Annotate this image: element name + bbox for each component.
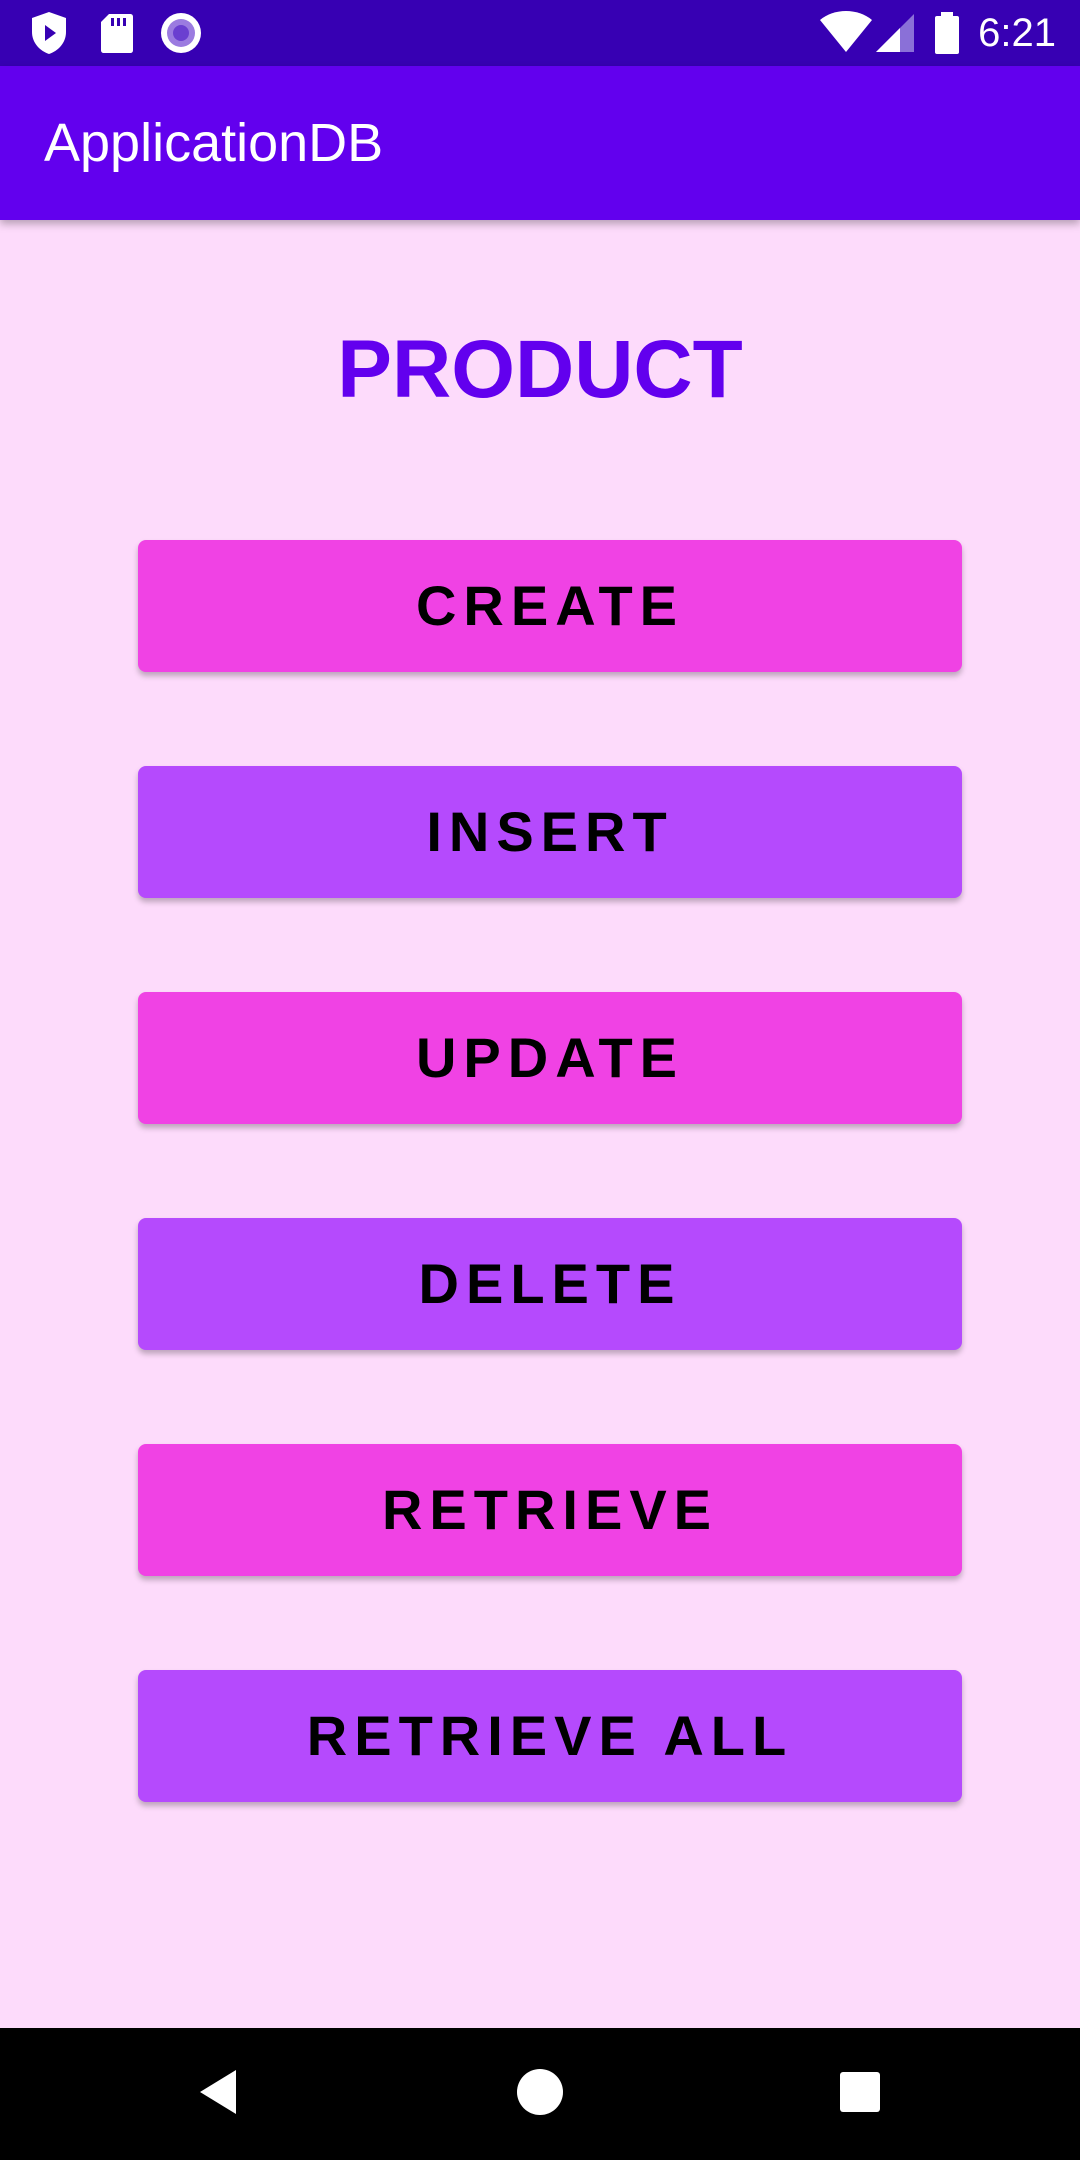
cell-signal-icon [874,8,916,58]
insert-button[interactable]: INSERT [138,766,962,898]
app-title: ApplicationDB [44,113,384,173]
back-button[interactable] [170,2044,270,2144]
record-icon [156,8,206,58]
recents-button[interactable] [810,2044,910,2144]
home-icon [510,2062,570,2127]
back-icon [190,2062,250,2127]
retrieve-button[interactable]: RETRIEVE [138,1444,962,1576]
status-time: 6:21 [978,11,1056,55]
status-bar: 6:21 [0,0,1080,66]
navigation-bar [0,2028,1080,2160]
app-bar: ApplicationDB [0,66,1080,220]
recents-icon [830,2062,890,2127]
create-button[interactable]: CREATE [138,540,962,672]
retrieve-all-button[interactable]: RETRIEVE ALL [138,1670,962,1802]
main-content: PRODUCT CREATE INSERT UPDATE DELETE RETR… [0,220,1080,2028]
update-button[interactable]: UPDATE [138,992,962,1124]
wifi-icon [818,8,874,58]
sd-card-icon [92,8,142,58]
battery-icon [930,8,964,58]
delete-button[interactable]: DELETE [138,1218,962,1350]
home-button[interactable] [490,2044,590,2144]
page-heading: PRODUCT [337,324,743,415]
shield-play-icon [24,8,74,58]
